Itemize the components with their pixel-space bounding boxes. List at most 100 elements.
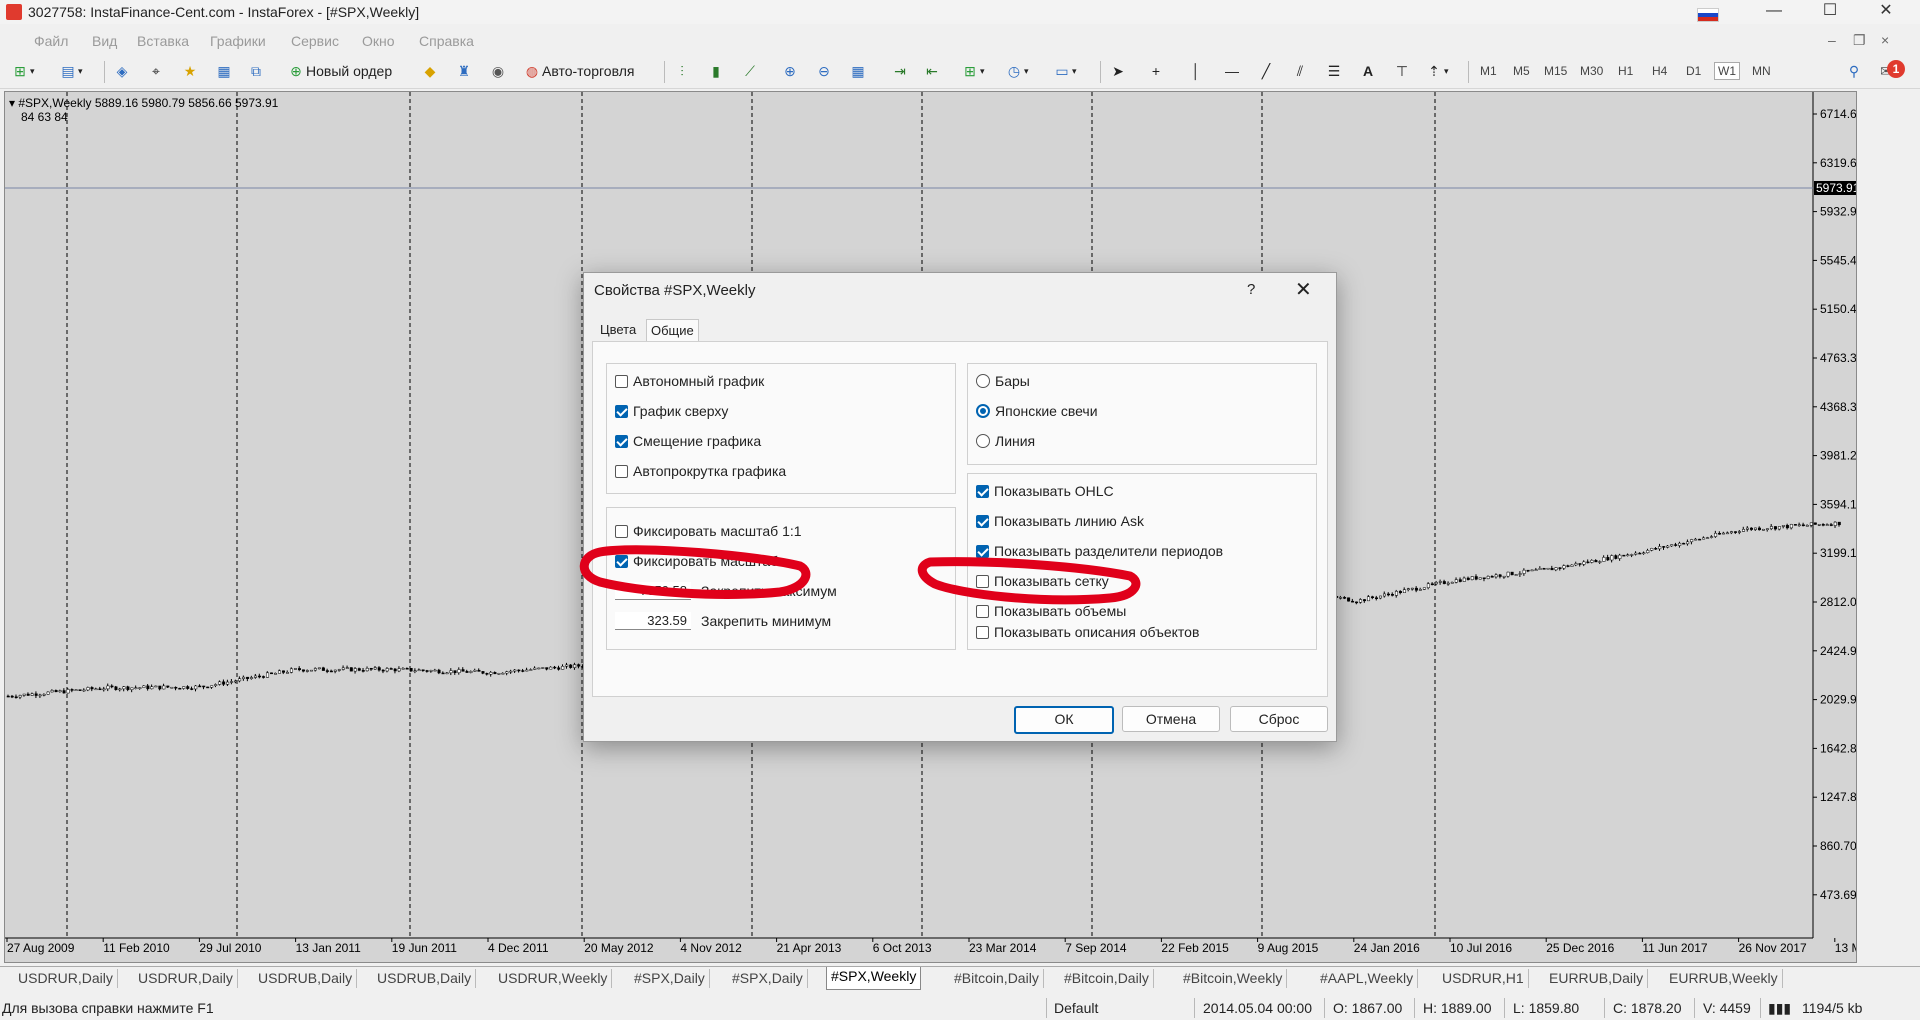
new-chart-button[interactable]: ⊞ ▾ bbox=[10, 60, 34, 82]
option-fix-scale-1-1[interactable]: Фиксировать масштаб 1:1 bbox=[615, 521, 802, 541]
checkbox[interactable] bbox=[615, 404, 628, 418]
fixed-minimum-input[interactable]: 323.59 bbox=[615, 612, 691, 630]
chart-tab[interactable]: USDRUR,Daily bbox=[14, 969, 118, 988]
checkbox[interactable] bbox=[615, 524, 628, 538]
cursor-button[interactable]: ➤ bbox=[1108, 60, 1128, 82]
timeframe-h4[interactable]: H4 bbox=[1648, 62, 1671, 80]
timeframe-m1[interactable]: M1 bbox=[1476, 62, 1501, 80]
dialog-close-button[interactable]: ✕ bbox=[1295, 277, 1312, 302]
chart-tab[interactable]: USDRUR,H1 bbox=[1438, 969, 1529, 988]
notification-badge[interactable]: 1 bbox=[1887, 60, 1905, 78]
checkbox[interactable] bbox=[976, 604, 989, 618]
timeframe-m5[interactable]: M5 bbox=[1509, 62, 1534, 80]
horizontal-line-button[interactable]: — bbox=[1222, 60, 1242, 82]
option-show-ohlc[interactable]: Показывать OHLC bbox=[976, 481, 1114, 501]
chart-tab[interactable]: #AAPL,Weekly bbox=[1316, 969, 1419, 988]
chart-tab[interactable]: EURRUB,Weekly bbox=[1665, 969, 1783, 988]
radio-candlesticks[interactable]: Японские свечи bbox=[976, 401, 1098, 421]
zoom-in-button[interactable]: ⊕ bbox=[780, 60, 800, 82]
chart-tab[interactable]: EURRUB,Daily bbox=[1545, 969, 1649, 988]
arrows-button[interactable]: ⇡ ▾ bbox=[1424, 60, 1448, 82]
menu-view[interactable]: Вид bbox=[92, 33, 117, 49]
new-order-button[interactable]: ⊕ Новый ордер bbox=[286, 60, 392, 82]
chart-tab[interactable]: USDRUB,Daily bbox=[373, 969, 477, 988]
menu-window[interactable]: Окно bbox=[362, 33, 395, 49]
option-show-period-separators[interactable]: Показывать разделители периодов bbox=[976, 541, 1223, 561]
periods-button[interactable]: ◷ ▾ bbox=[1004, 60, 1029, 82]
checkbox[interactable] bbox=[615, 434, 628, 448]
timeframe-m15[interactable]: M15 bbox=[1540, 62, 1571, 80]
tab-common[interactable]: Общие bbox=[646, 319, 699, 342]
chart-shift-button[interactable]: ⇤ bbox=[922, 60, 942, 82]
radio[interactable] bbox=[976, 374, 990, 388]
timeframe-d1[interactable]: D1 bbox=[1682, 62, 1705, 80]
web-button[interactable]: ◉ bbox=[488, 60, 508, 82]
profiles-button[interactable]: ▤ ▾ bbox=[58, 60, 82, 82]
language-flag-icon[interactable] bbox=[1697, 8, 1719, 22]
timeframe-m30[interactable]: M30 bbox=[1576, 62, 1607, 80]
checkbox[interactable] bbox=[976, 574, 989, 588]
search-button[interactable]: ⚲ bbox=[1844, 60, 1864, 82]
fixed-maximum-input[interactable]: 7059.58 bbox=[615, 582, 691, 600]
checkbox[interactable] bbox=[976, 484, 989, 498]
chart-tab[interactable]: #Bitcoin,Weekly bbox=[1179, 969, 1288, 988]
checkbox[interactable] bbox=[976, 514, 989, 528]
mdi-minimize-button[interactable]: – bbox=[1828, 32, 1836, 48]
market-watch-button[interactable]: ◈ bbox=[112, 60, 132, 82]
option-show-grid[interactable]: Показывать сетку bbox=[976, 571, 1109, 591]
crosshair-button[interactable]: + bbox=[1146, 60, 1166, 82]
checkbox[interactable] bbox=[976, 544, 989, 558]
option-auto-scroll[interactable]: Автопрокрутка графика bbox=[615, 461, 786, 481]
option-chart-on-top[interactable]: График сверху bbox=[615, 401, 728, 421]
radio-line[interactable]: Линия bbox=[976, 431, 1035, 451]
mdi-close-button[interactable]: × bbox=[1881, 32, 1889, 48]
vertical-line-button[interactable]: │ bbox=[1186, 60, 1206, 82]
menu-charts[interactable]: Графики bbox=[210, 33, 266, 49]
ok-button[interactable]: ОК bbox=[1014, 706, 1114, 734]
option-offline-chart[interactable]: Автономный график bbox=[615, 371, 764, 391]
gold-button[interactable]: ◆ bbox=[420, 60, 440, 82]
menu-tools[interactable]: Сервис bbox=[291, 33, 339, 49]
close-window-button[interactable]: ✕ bbox=[1858, 0, 1914, 24]
candlestick-button[interactable]: ▮ bbox=[706, 60, 726, 82]
option-fix-scale[interactable]: Фиксировать масштаб bbox=[615, 551, 778, 571]
maximize-button[interactable]: ☐ bbox=[1802, 0, 1858, 24]
fibonacci-button[interactable]: ☰ bbox=[1324, 60, 1344, 82]
menu-file[interactable]: Файл bbox=[34, 33, 68, 49]
radio-bars[interactable]: Бары bbox=[976, 371, 1030, 391]
option-show-object-descriptions[interactable]: Показывать описания объектов bbox=[976, 622, 1199, 642]
templates-button[interactable]: ▭ ▾ bbox=[1052, 60, 1076, 82]
indicators-button[interactable]: ⊞ ▾ bbox=[960, 60, 984, 82]
mdi-restore-button[interactable]: ❐ bbox=[1853, 32, 1866, 49]
timeframe-h1[interactable]: H1 bbox=[1614, 62, 1637, 80]
favorites-button[interactable]: ★ bbox=[180, 60, 200, 82]
navigator-button[interactable]: ⌖ bbox=[146, 60, 166, 82]
menu-insert[interactable]: Вставка bbox=[137, 33, 189, 49]
auto-trading-button[interactable]: ◍ Авто-торговля bbox=[522, 60, 635, 82]
trendline-button[interactable]: ╱ bbox=[1256, 60, 1276, 82]
chart-tab[interactable]: USDRUB,Daily bbox=[254, 969, 358, 988]
chart-tab[interactable]: #Bitcoin,Daily bbox=[950, 969, 1044, 988]
option-show-ask-line[interactable]: Показывать линию Ask bbox=[976, 511, 1144, 531]
radio[interactable] bbox=[976, 434, 990, 448]
minimize-button[interactable]: — bbox=[1746, 0, 1802, 24]
timeframe-mn[interactable]: MN bbox=[1748, 62, 1775, 80]
chart-tab[interactable]: #Bitcoin,Daily bbox=[1060, 969, 1154, 988]
menu-help[interactable]: Справка bbox=[419, 33, 474, 49]
channel-button[interactable]: ⫽ bbox=[1290, 60, 1310, 82]
checkbox[interactable] bbox=[615, 374, 628, 388]
text-button[interactable]: A bbox=[1358, 60, 1378, 82]
radio[interactable] bbox=[976, 404, 990, 418]
tile-windows-button[interactable]: ▦ bbox=[848, 60, 868, 82]
option-chart-shift[interactable]: Смещение графика bbox=[615, 431, 761, 451]
cancel-button[interactable]: Отмена bbox=[1122, 706, 1220, 732]
checkbox[interactable] bbox=[615, 464, 628, 478]
reset-button[interactable]: Сброс bbox=[1230, 706, 1328, 732]
chart-tab[interactable]: #SPX,Daily bbox=[728, 969, 808, 988]
chart-tab[interactable]: USDRUR,Daily bbox=[134, 969, 238, 988]
zoom-out-button[interactable]: ⊖ bbox=[814, 60, 834, 82]
chart-tab[interactable]: USDRUR,Weekly bbox=[494, 969, 613, 988]
tester-button[interactable]: ⧉ bbox=[246, 60, 266, 82]
chart-tab[interactable]: #SPX,Weekly bbox=[826, 967, 922, 990]
signals-button[interactable]: ♜ bbox=[454, 60, 474, 82]
